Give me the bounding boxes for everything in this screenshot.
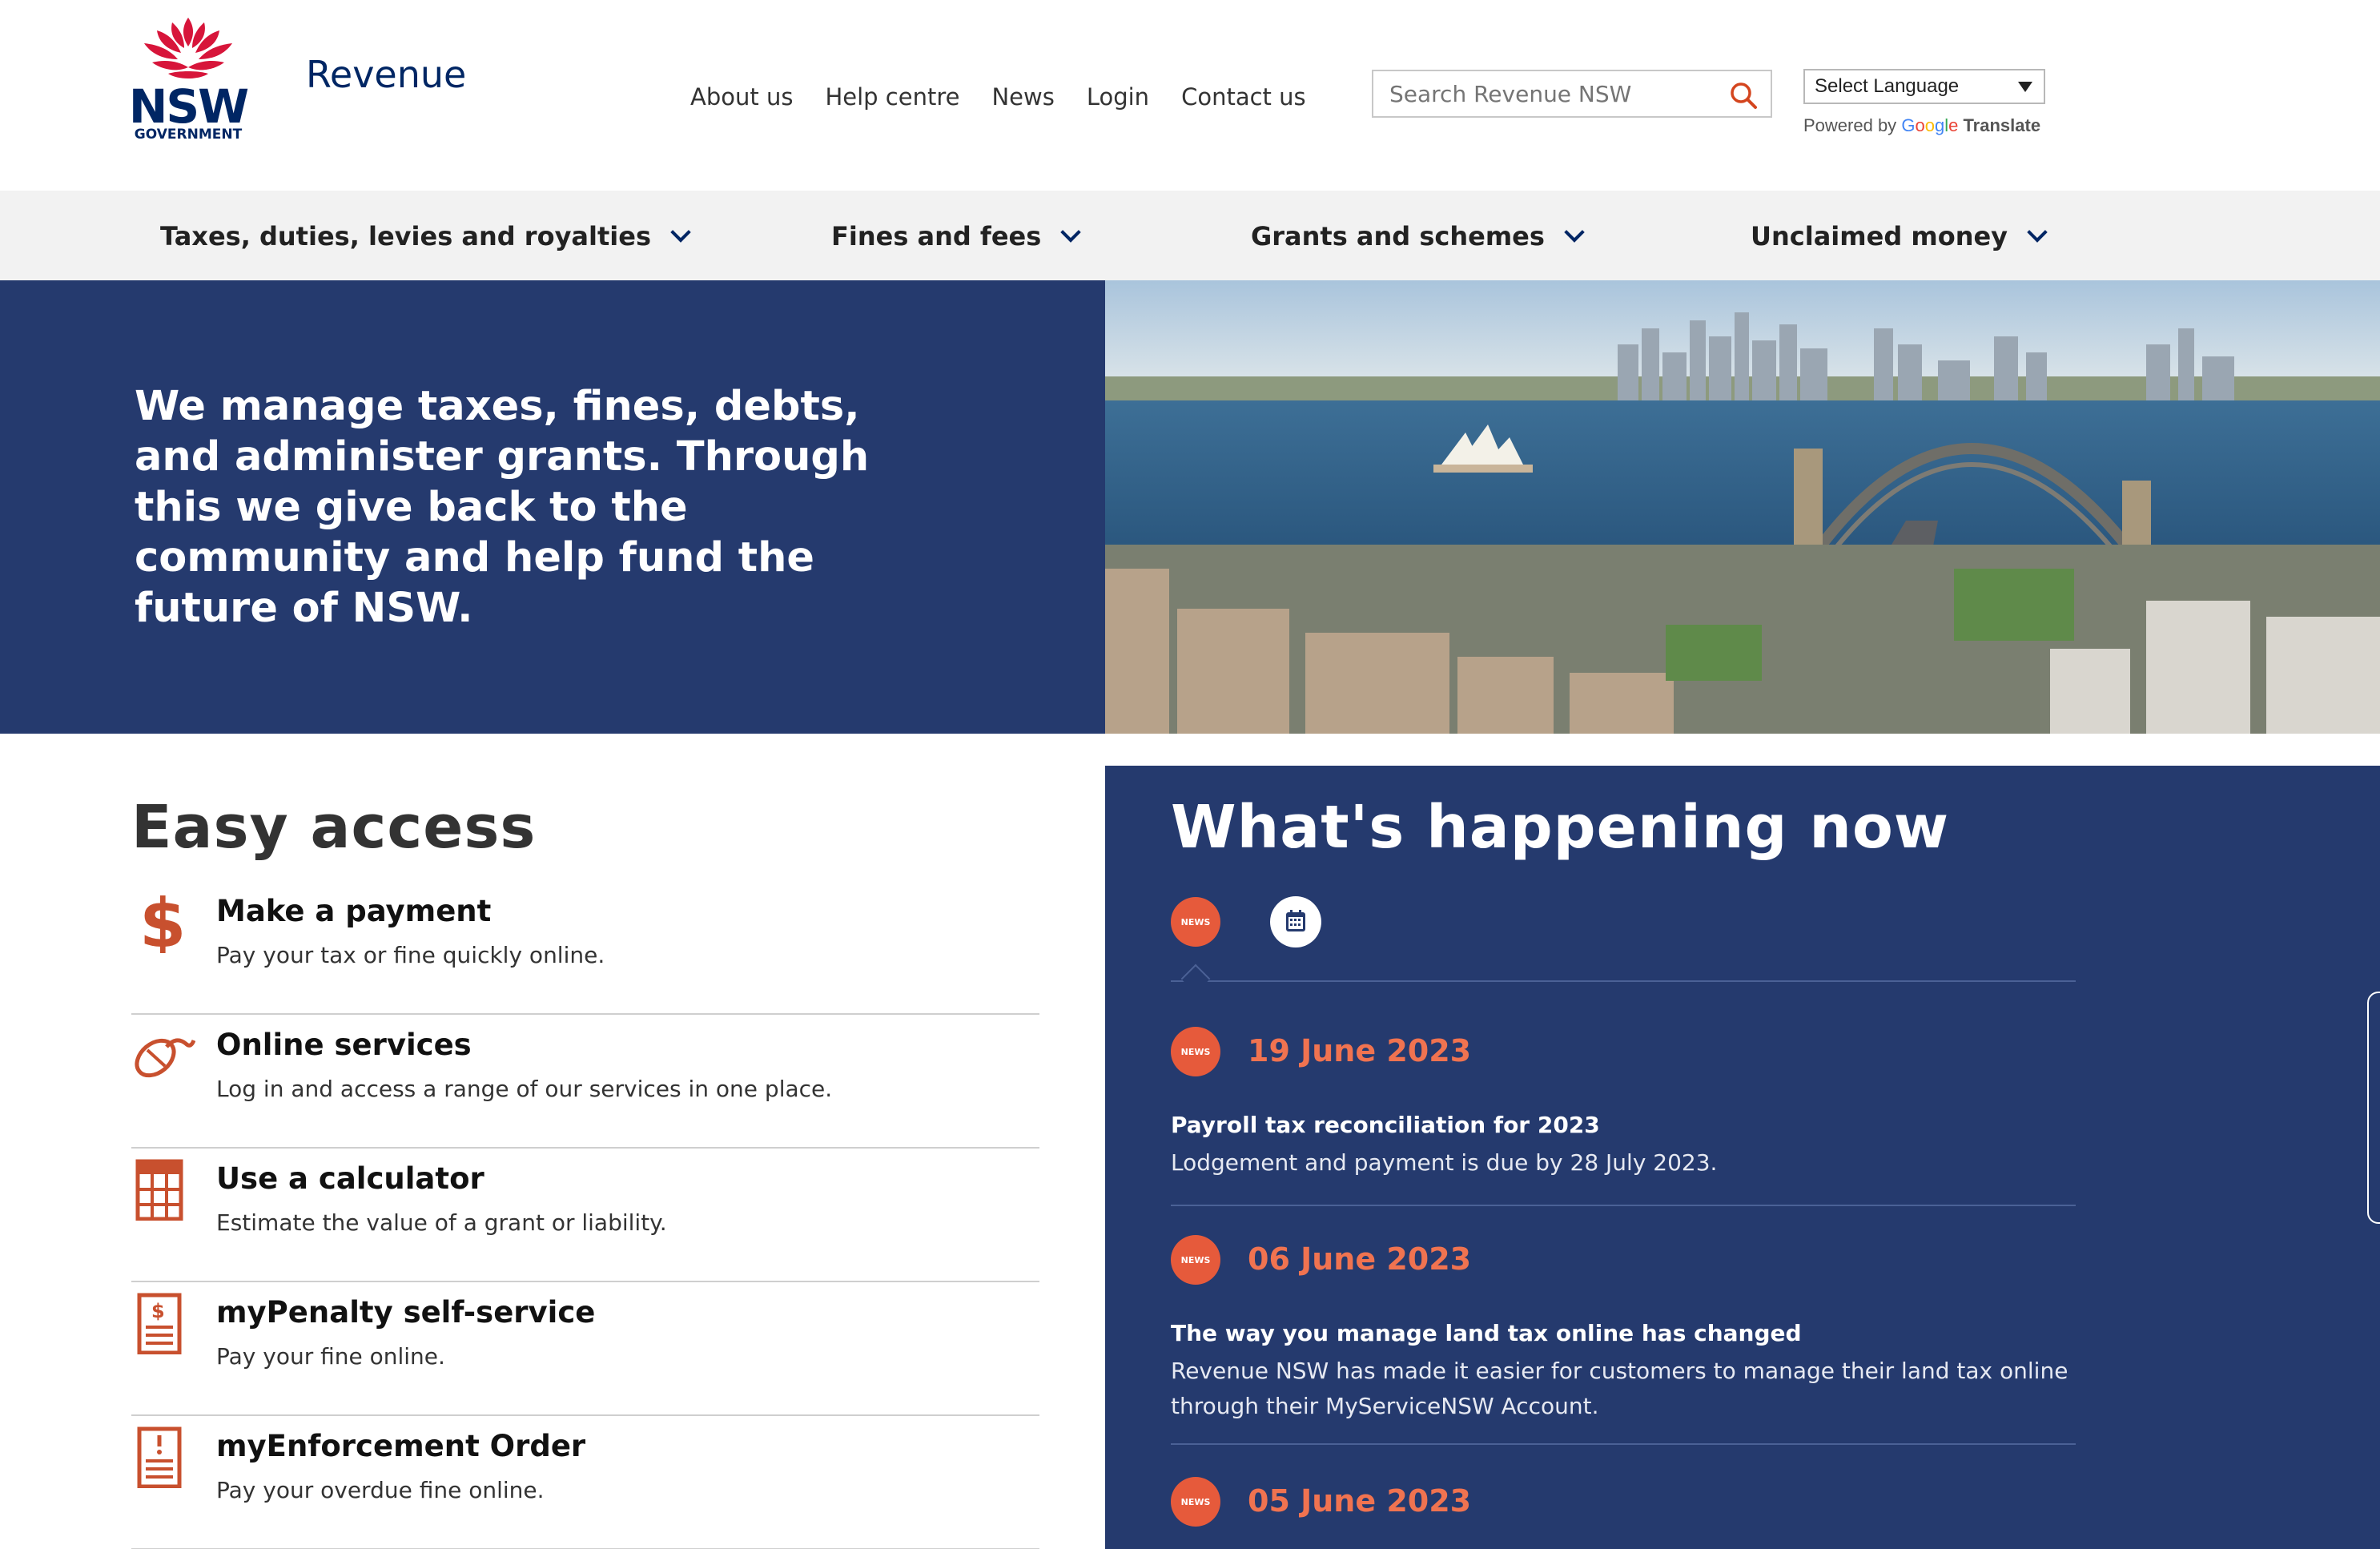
- menu-taxes[interactable]: Taxes, duties, levies and royalties: [160, 221, 691, 251]
- easy-access-make-payment[interactable]: $ Make a payment Pay your tax or fine qu…: [131, 881, 1039, 1015]
- nav-help-centre[interactable]: Help centre: [825, 83, 959, 111]
- news-badge: NEWS: [1171, 1477, 1220, 1527]
- site-header: NSW GOVERNMENT Revenue About us Help cen…: [0, 0, 2380, 191]
- easy-access-desc: Pay your overdue fine online.: [216, 1477, 545, 1503]
- calculator-icon: [131, 1157, 187, 1221]
- hero-banner: We manage taxes, fines, debts, and admin…: [0, 280, 1105, 734]
- search-icon[interactable]: [1729, 81, 1758, 110]
- powered-by-text: Powered by: [1803, 115, 1897, 135]
- translate-link[interactable]: Translate: [1963, 115, 2040, 135]
- logo-text: NSW: [128, 79, 249, 134]
- language-select[interactable]: Select Language: [1803, 69, 2045, 104]
- alert-document-icon: [131, 1424, 187, 1489]
- feedback-side-tab[interactable]: [2367, 992, 2380, 1224]
- menu-grants-label: Grants and schemes: [1251, 221, 1545, 251]
- mouse-icon: [131, 1023, 196, 1087]
- nav-contact-us[interactable]: Contact us: [1181, 83, 1306, 111]
- news-date: 19 June 2023: [1248, 1033, 1472, 1068]
- dollar-icon: $: [131, 884, 187, 963]
- news-badge: NEWS: [1171, 1235, 1220, 1285]
- sydney-harbour-image: [1105, 280, 2380, 734]
- site-name[interactable]: Revenue: [306, 53, 466, 96]
- chevron-down-icon: [2027, 222, 2048, 243]
- google-translate-attribution: Powered by Google Translate: [1803, 115, 2040, 136]
- easy-access-section: Easy access $ Make a payment Pay your ta…: [131, 793, 1039, 1549]
- news-date: 05 June 2023: [1248, 1483, 1472, 1519]
- svg-text:$: $: [151, 1300, 165, 1322]
- menu-unclaimed-money[interactable]: Unclaimed money: [1751, 221, 2048, 251]
- news-title[interactable]: Payroll tax reconciliation for 2023: [1171, 1112, 1600, 1138]
- menu-unclaimed-label: Unclaimed money: [1751, 221, 2008, 251]
- waratah-icon: [144, 18, 232, 78]
- easy-access-mypenalty[interactable]: $ myPenalty self-service Pay your fine o…: [131, 1282, 1039, 1416]
- easy-access-heading: Easy access: [131, 793, 537, 862]
- main-navigation: Taxes, duties, levies and royalties Fine…: [0, 191, 2380, 280]
- news-badge: NEWS: [1171, 1027, 1220, 1076]
- invoice-icon: $: [131, 1290, 187, 1355]
- top-navigation: About us Help centre News Login Contact …: [690, 83, 1306, 111]
- easy-access-title: myPenalty self-service: [216, 1295, 596, 1330]
- easy-access-list: $ Make a payment Pay your tax or fine qu…: [131, 881, 1039, 1549]
- menu-fines-label: Fines and fees: [831, 221, 1042, 251]
- chevron-down-icon: [670, 222, 691, 243]
- calendar-icon[interactable]: [1270, 896, 1321, 948]
- news-description: Revenue NSW has made it easier for custo…: [1171, 1358, 2068, 1419]
- news-date: 06 June 2023: [1248, 1241, 1472, 1277]
- menu-fines[interactable]: Fines and fees: [831, 221, 1082, 251]
- easy-access-title: myEnforcement Order: [216, 1429, 586, 1463]
- easy-access-desc: Log in and access a range of our service…: [216, 1076, 833, 1102]
- easy-access-desc: Pay your fine online.: [216, 1343, 445, 1370]
- search-input[interactable]: [1373, 71, 1710, 116]
- active-tab-caret: [1180, 964, 1211, 994]
- news-divider: [1171, 1205, 2076, 1206]
- whats-happening-section: What's happening now NEWS NEWS 19 June 2…: [1105, 766, 2380, 1549]
- easy-access-title: Use a calculator: [216, 1161, 484, 1196]
- tab-divider: [1171, 980, 2076, 982]
- easy-access-online-services[interactable]: Online services Log in and access a rang…: [131, 1015, 1039, 1149]
- nav-login[interactable]: Login: [1087, 83, 1149, 111]
- chevron-down-icon: [1564, 222, 1585, 243]
- news-title[interactable]: The way you manage land tax online has c…: [1171, 1320, 1802, 1346]
- language-select-label: Select Language: [1815, 75, 1960, 97]
- easy-access-title: Online services: [216, 1028, 472, 1062]
- news-description: Lodgement and payment is due by 28 July …: [1171, 1149, 1718, 1176]
- easy-access-myenforcement[interactable]: myEnforcement Order Pay your overdue fin…: [131, 1416, 1039, 1549]
- nav-about-us[interactable]: About us: [690, 83, 793, 111]
- nav-news[interactable]: News: [991, 83, 1054, 111]
- search-box: [1372, 70, 1772, 118]
- google-logo: Google: [1901, 115, 1959, 135]
- logo-subtext: GOVERNMENT: [134, 127, 243, 143]
- easy-access-desc: Pay your tax or fine quickly online.: [216, 942, 605, 968]
- dropdown-arrow-icon: [2018, 82, 2032, 92]
- menu-taxes-label: Taxes, duties, levies and royalties: [160, 221, 651, 251]
- news-divider: [1171, 1443, 2076, 1445]
- hero-heading: We manage taxes, fines, debts, and admin…: [135, 383, 870, 632]
- nsw-government-logo[interactable]: NSW GOVERNMENT: [128, 14, 249, 143]
- easy-access-calculator[interactable]: Use a calculator Estimate the value of a…: [131, 1149, 1039, 1282]
- news-tab[interactable]: NEWS: [1171, 897, 1220, 947]
- whats-happening-heading: What's happening now: [1171, 793, 1950, 862]
- svg-text:$: $: [139, 889, 186, 953]
- chevron-down-icon: [1060, 222, 1082, 243]
- easy-access-title: Make a payment: [216, 894, 492, 928]
- easy-access-desc: Estimate the value of a grant or liabili…: [216, 1209, 667, 1236]
- menu-grants[interactable]: Grants and schemes: [1251, 221, 1585, 251]
